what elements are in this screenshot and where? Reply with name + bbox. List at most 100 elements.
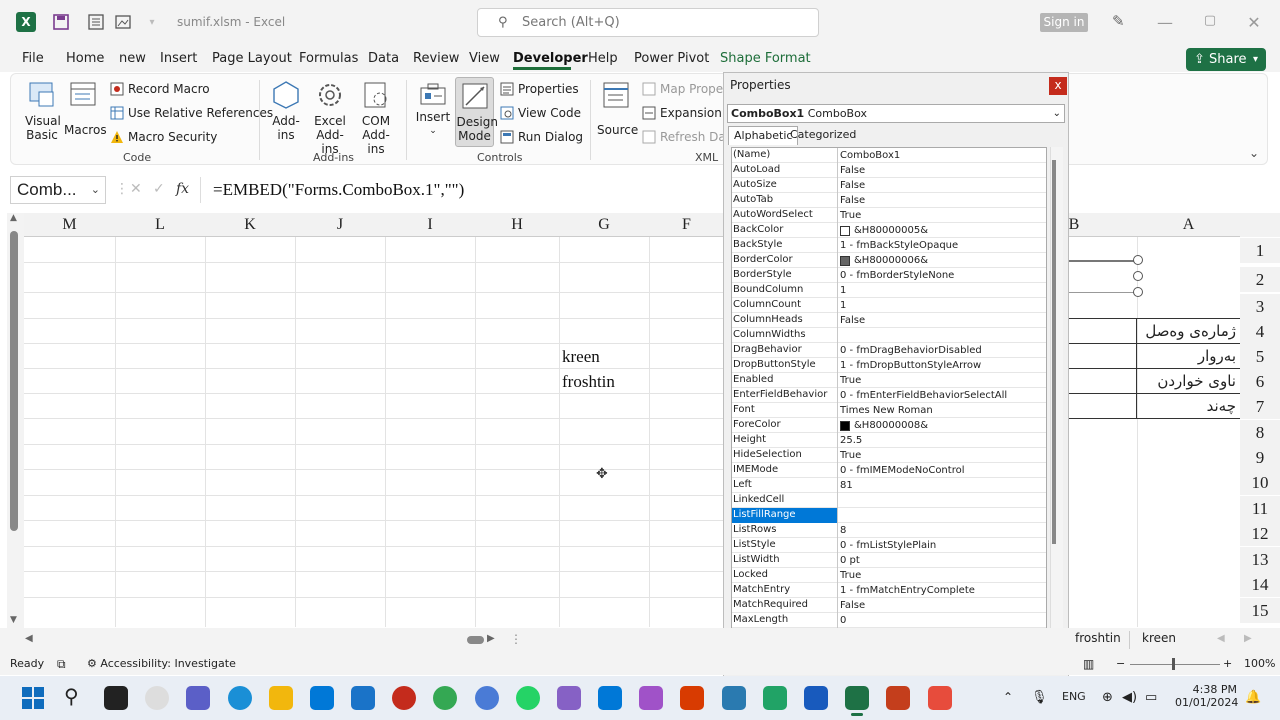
property-row[interactable]: AutoTab False — [732, 193, 1046, 208]
zoom-slider[interactable] — [1130, 664, 1220, 665]
record-macro-button[interactable]: Record Macro — [110, 82, 210, 96]
edge-icon[interactable] — [228, 686, 252, 710]
row-header-14[interactable]: 14 — [1240, 572, 1280, 597]
property-value[interactable]: 1 - fmBackStyleOpaque — [839, 238, 1046, 253]
row-header-13[interactable]: 13 — [1240, 547, 1280, 572]
property-value[interactable] — [839, 493, 1046, 508]
camtasia-icon[interactable] — [763, 686, 787, 710]
property-value[interactable]: &H80000005& — [839, 223, 1046, 238]
row-header-3[interactable]: 3 — [1240, 294, 1280, 319]
column-header-j[interactable]: J — [295, 213, 385, 237]
insert-function-icon[interactable]: fx — [176, 181, 189, 197]
property-value[interactable]: False — [839, 163, 1046, 178]
tab-review[interactable]: Review — [413, 51, 459, 66]
excel-taskbar-icon[interactable] — [845, 686, 869, 710]
zoom-level[interactable]: 100% — [1244, 657, 1275, 670]
row-header-6[interactable]: 6 — [1240, 369, 1280, 394]
design-mode-button[interactable]: Design Mode — [455, 77, 498, 147]
sign-in-button[interactable]: Sign in — [1040, 13, 1088, 32]
property-row[interactable]: LinkedCell — [732, 493, 1046, 508]
property-row[interactable]: Locked True — [732, 568, 1046, 583]
property-row[interactable]: ColumnHeads False — [732, 313, 1046, 328]
tab-home[interactable]: Home — [66, 51, 104, 66]
property-row[interactable]: DropButtonStyle 1 - fmDropButtonStyleArro… — [732, 358, 1046, 373]
app-icon[interactable] — [722, 686, 746, 710]
scroll-right-icon[interactable]: ▶ — [487, 633, 495, 644]
minimize-icon[interactable]: — — [1155, 13, 1175, 32]
property-row[interactable]: ListRows 8 — [732, 523, 1046, 538]
property-value[interactable]: &H80000006& — [839, 253, 1046, 268]
network-icon[interactable]: ⊕ — [1102, 690, 1113, 705]
zoom-out-icon[interactable]: − — [1116, 657, 1125, 670]
tray-overflow-icon[interactable]: ⌃ — [1003, 690, 1013, 704]
formula-input[interactable]: =EMBED("Forms.ComboBox.1","") — [213, 176, 464, 204]
zoom-slider-thumb[interactable] — [1172, 658, 1175, 670]
property-row[interactable]: Left 81 — [732, 478, 1046, 493]
property-value[interactable]: 0 - fmListStylePlain — [839, 538, 1046, 553]
restore-icon[interactable]: ▢ — [1200, 13, 1220, 28]
sheet-tab-froshtin[interactable]: froshtin — [1075, 631, 1121, 645]
resize-handle[interactable] — [1133, 287, 1143, 297]
property-row[interactable]: Height 25.5 — [732, 433, 1046, 448]
property-value[interactable]: 0 — [839, 613, 1046, 628]
customize-qat-icon[interactable]: ▾ — [142, 12, 162, 32]
excel-add-ins-button[interactable]: Excel Add-ins — [307, 80, 353, 156]
microphone-icon[interactable]: 🎙 — [1031, 690, 1048, 705]
property-row[interactable]: MatchRequired False — [732, 598, 1046, 613]
clock[interactable]: 4:38 PM 01/01/2024 — [1175, 683, 1238, 709]
property-row[interactable]: EnterFieldBehavior 0 - fmEnterFieldBehavi… — [732, 388, 1046, 403]
notification-bell-icon[interactable]: 🔔 — [1245, 690, 1261, 705]
run-dialog-button[interactable]: Run Dialog — [500, 130, 583, 144]
property-row[interactable]: AutoWordSelect True — [732, 208, 1046, 223]
widgets-icon[interactable] — [145, 686, 169, 710]
pen-icon[interactable]: ✎ — [1112, 12, 1125, 30]
property-value[interactable]: 8 — [839, 523, 1046, 538]
use-relative-references-button[interactable]: Use Relative References — [110, 106, 273, 120]
accessibility-button[interactable]: ⚙ Accessibility: Investigate — [87, 657, 236, 670]
add-ins-button[interactable]: Add-ins — [268, 80, 304, 142]
com-add-ins-button[interactable]: COM Add-ins — [354, 80, 398, 156]
property-value[interactable]: 0 - fmIMEModeNoControl — [839, 463, 1046, 478]
property-row[interactable]: ListWidth 0 pt — [732, 553, 1046, 568]
property-value[interactable]: 1 - fmDropButtonStyleArrow — [839, 358, 1046, 373]
property-row[interactable]: BorderColor &H80000006& — [732, 253, 1046, 268]
row-header-8[interactable]: 8 — [1240, 420, 1280, 445]
column-header-i[interactable]: I — [385, 213, 475, 237]
macros-button[interactable]: Macros — [64, 80, 107, 137]
property-row[interactable]: Font Times New Roman — [732, 403, 1046, 418]
windows-start-icon[interactable] — [22, 687, 44, 709]
tab-new[interactable]: new — [119, 51, 146, 66]
cell-g6[interactable]: froshtin — [562, 372, 615, 392]
object-select[interactable]: ComboBox1 ComboBox ⌄ — [727, 104, 1065, 123]
row-header-2[interactable]: 2 — [1240, 267, 1280, 292]
taskbar-search-icon[interactable]: ⚲ — [64, 684, 79, 708]
row-header-5[interactable]: 5 — [1240, 344, 1280, 369]
property-value[interactable]: 0 - fmBorderStyleNone — [839, 268, 1046, 283]
imo-icon[interactable] — [475, 686, 499, 710]
property-value[interactable]: True — [839, 568, 1046, 583]
video-editor-icon[interactable] — [639, 686, 663, 710]
cell-a7[interactable]: چەند — [1137, 394, 1240, 419]
search-input[interactable]: ⚲ Search (Alt+Q) — [477, 8, 819, 37]
column-header-g[interactable]: G — [559, 213, 649, 237]
combobox-control[interactable] — [1068, 260, 1138, 293]
row-header-1[interactable]: 1 — [1240, 238, 1280, 263]
file-explorer-icon[interactable] — [269, 686, 293, 710]
tab-file[interactable]: File — [22, 51, 44, 66]
cell-a5[interactable]: بەروار — [1137, 344, 1240, 369]
properties-close-button[interactable]: x — [1049, 77, 1067, 95]
image-icon[interactable] — [113, 12, 133, 32]
name-box[interactable]: Comb... ⌄ — [10, 176, 106, 204]
property-value[interactable]: 81 — [839, 478, 1046, 493]
volume-icon[interactable]: ◀) — [1122, 690, 1137, 705]
vscode-icon[interactable] — [598, 686, 622, 710]
chrome-icon[interactable] — [433, 686, 457, 710]
property-row[interactable]: ListStyle 0 - fmListStylePlain — [732, 538, 1046, 553]
cell-a6[interactable]: ناوی خواردن — [1137, 369, 1240, 394]
property-row[interactable]: AutoLoad False — [732, 163, 1046, 178]
column-header-m[interactable]: M — [24, 213, 115, 237]
macro-security-button[interactable]: Macro Security — [110, 130, 217, 144]
property-value[interactable]: False — [839, 313, 1046, 328]
tab-categorized[interactable]: Categorized — [785, 126, 861, 145]
row-header-10[interactable]: 10 — [1240, 470, 1280, 495]
